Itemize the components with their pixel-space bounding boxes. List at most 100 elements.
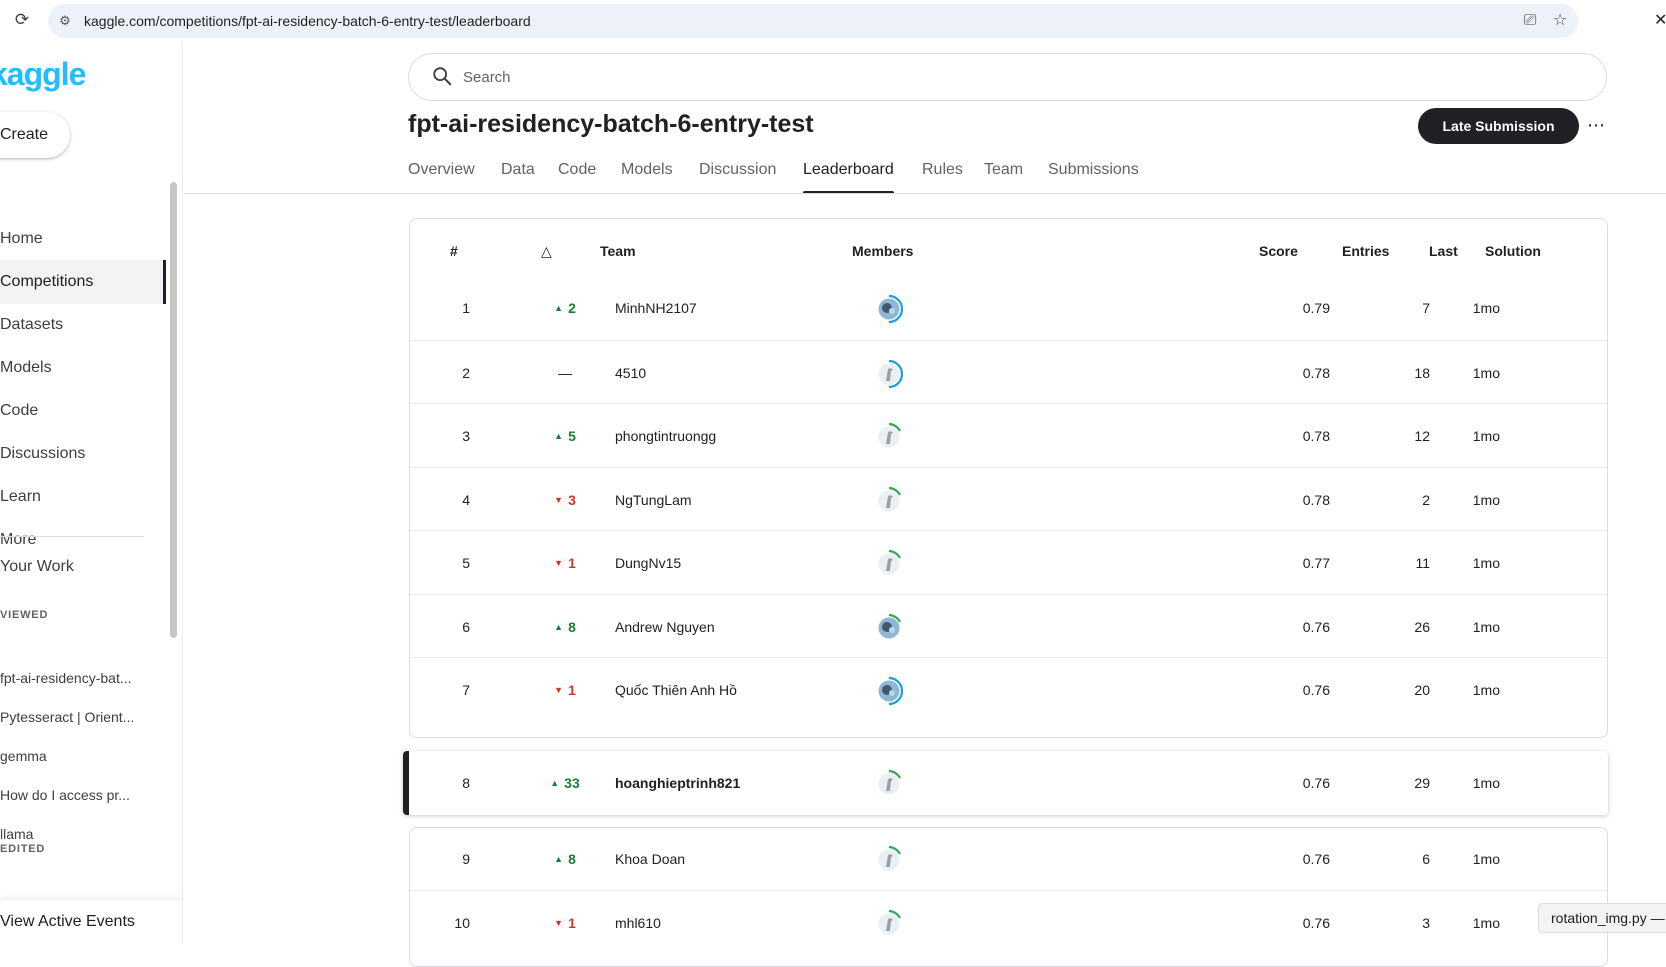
last-submission-cell: 1mo [1472, 915, 1500, 931]
recent-viewed-item[interactable]: How do I access pr... [0, 787, 150, 803]
score-cell: 0.76 [1302, 682, 1330, 698]
sidebar-item-learn[interactable]: Learn [0, 475, 166, 519]
last-submission-cell: 1mo [1472, 492, 1500, 508]
member-avatar[interactable] [874, 613, 904, 643]
team-name[interactable]: Khoa Doan [615, 827, 685, 891]
rank-cell: 3 [462, 428, 470, 444]
table-row[interactable]: 2 — 4510 0.78 18 1mo [410, 340, 1607, 405]
entries-cell: 12 [1414, 428, 1430, 444]
url-text[interactable]: kaggle.com/competitions/fpt-ai-residency… [84, 13, 531, 29]
member-avatar[interactable] [874, 769, 904, 799]
header-last[interactable]: Last [1429, 243, 1458, 259]
recent-viewed-item[interactable]: gemma [0, 748, 150, 764]
recent-viewed-item[interactable]: Pytesseract | Orient... [0, 709, 150, 725]
address-bar[interactable]: ⚙ kaggle.com/competitions/fpt-ai-residen… [48, 4, 1578, 38]
sidebar-scrollbar[interactable] [170, 182, 177, 638]
arrow-down-icon: ▼ [554, 495, 564, 505]
header-entries[interactable]: Entries [1342, 243, 1389, 259]
download-toast[interactable]: rotation_img.py — [1538, 903, 1666, 933]
rank-change-value: 1 [568, 555, 576, 571]
last-submission-cell: 1mo [1472, 300, 1500, 316]
score-cell: 0.76 [1302, 915, 1330, 931]
table-row[interactable]: 1 ▲ 2 MinhNH2107 0.79 7 1mo [410, 276, 1607, 341]
tab-data[interactable]: Data [501, 150, 535, 194]
tab-rules[interactable]: Rules [922, 150, 963, 194]
table-row[interactable]: 4 ▼ 3 NgTungLam 0.78 2 1mo [410, 467, 1607, 532]
team-name[interactable]: Quốc Thiên Anh Hồ [615, 658, 737, 722]
table-row[interactable]: 3 ▲ 5 phongtintruongg 0.78 12 1mo [410, 403, 1607, 468]
member-avatar[interactable] [874, 422, 904, 452]
table-row[interactable]: 6 ▲ 8 Andrew Nguyen 0.76 26 1mo [410, 594, 1607, 659]
team-name[interactable]: NgTungLam [615, 468, 692, 532]
rank-change-cell: ▼ 1 [540, 658, 590, 722]
search-input[interactable] [463, 64, 1563, 90]
tab-leaderboard[interactable]: Leaderboard [803, 150, 894, 194]
tab-models[interactable]: Models [621, 150, 673, 194]
recent-viewed-item[interactable]: fpt-ai-residency-bat... [0, 670, 150, 686]
rank-change-value: 8 [568, 619, 576, 635]
tab-overview[interactable]: Overview [408, 150, 475, 194]
extension-icon[interactable]: ✕ [1654, 10, 1666, 30]
rank-change-cell: ▲ 33 [540, 751, 590, 815]
sidebar-item-your-work[interactable]: Your Work [0, 545, 166, 589]
table-row[interactable]: 5 ▼ 1 DungNv15 0.77 11 1mo [410, 530, 1607, 595]
entries-cell: 7 [1422, 300, 1430, 316]
header-score[interactable]: Score [1259, 243, 1298, 259]
last-submission-cell: 1mo [1472, 555, 1500, 571]
tab-team[interactable]: Team [984, 150, 1023, 194]
sidebar-item-code[interactable]: Code [0, 389, 166, 433]
bookmark-star-icon[interactable]: ☆ [1550, 11, 1570, 31]
late-submission-button[interactable]: Late Submission [1418, 108, 1579, 144]
recent-viewed-item[interactable]: llama [0, 826, 150, 842]
header-rank[interactable]: # [450, 243, 458, 259]
sidebar-item-models[interactable]: Models [0, 346, 166, 390]
table-row[interactable]: 9 ▲ 8 Khoa Doan 0.76 6 1mo [410, 827, 1607, 892]
team-name[interactable]: MinhNH2107 [615, 276, 697, 340]
team-name[interactable]: hoanghieptrinh821 [615, 751, 740, 815]
arrow-up-icon: ▲ [554, 622, 564, 632]
install-app-icon[interactable]: ⎚ [1520, 11, 1540, 31]
tab-code[interactable]: Code [558, 150, 596, 194]
arrow-down-icon: ▼ [554, 558, 564, 568]
score-cell: 0.78 [1302, 365, 1330, 381]
arrow-down-icon: ▼ [554, 918, 564, 928]
team-name[interactable]: 4510 [615, 341, 646, 405]
header-team[interactable]: Team [600, 243, 636, 259]
tab-submissions[interactable]: Submissions [1048, 150, 1139, 194]
member-avatar[interactable] [874, 486, 904, 516]
member-avatar[interactable] [874, 294, 904, 324]
view-active-events-label: View Active Events [0, 913, 135, 930]
team-name[interactable]: mhl610 [615, 891, 661, 955]
tab-discussion[interactable]: Discussion [699, 150, 776, 194]
table-row[interactable]: 8 ▲ 33 hoanghieptrinh821 0.76 29 1mo [410, 751, 1607, 816]
table-row[interactable]: 10 ▼ 1 mhl610 0.76 3 1mo [410, 890, 1607, 955]
header-rank-change[interactable]: △ [541, 243, 552, 260]
rank-change-cell: — [540, 341, 590, 405]
entries-cell: 2 [1422, 492, 1430, 508]
team-name[interactable]: phongtintruongg [615, 404, 716, 468]
member-avatar[interactable] [874, 549, 904, 579]
more-options-icon[interactable]: ⋯ [1585, 112, 1607, 140]
sidebar-item-datasets[interactable]: Datasets [0, 303, 166, 347]
member-avatar[interactable] [874, 845, 904, 875]
member-avatar[interactable] [874, 359, 904, 389]
team-name[interactable]: Andrew Nguyen [615, 595, 715, 659]
score-cell: 0.76 [1302, 851, 1330, 867]
view-active-events[interactable]: View Active Events [0, 900, 182, 943]
create-label: Create [0, 126, 49, 143]
create-button[interactable]: Create [0, 112, 70, 158]
sidebar-item-competitions[interactable]: Competitions [0, 260, 166, 304]
member-avatar[interactable] [874, 676, 904, 706]
sidebar-item-label: Competitions [0, 273, 94, 290]
sidebar-item-home[interactable]: Home [0, 217, 166, 261]
site-settings-icon[interactable]: ⚙ [56, 12, 74, 30]
team-name[interactable]: DungNv15 [615, 531, 681, 595]
rank-change-cell: ▼ 1 [540, 891, 590, 955]
sidebar-item-discussions[interactable]: Discussions [0, 432, 166, 476]
rank-change-cell: ▲ 5 [540, 404, 590, 468]
reload-icon[interactable]: ⟳ [12, 10, 32, 30]
search-bar[interactable] [408, 53, 1607, 101]
member-avatar[interactable] [874, 909, 904, 939]
kaggle-logo[interactable]: kaggle [0, 56, 86, 93]
table-row[interactable]: 7 ▼ 1 Quốc Thiên Anh Hồ 0.76 20 1mo [410, 657, 1607, 722]
